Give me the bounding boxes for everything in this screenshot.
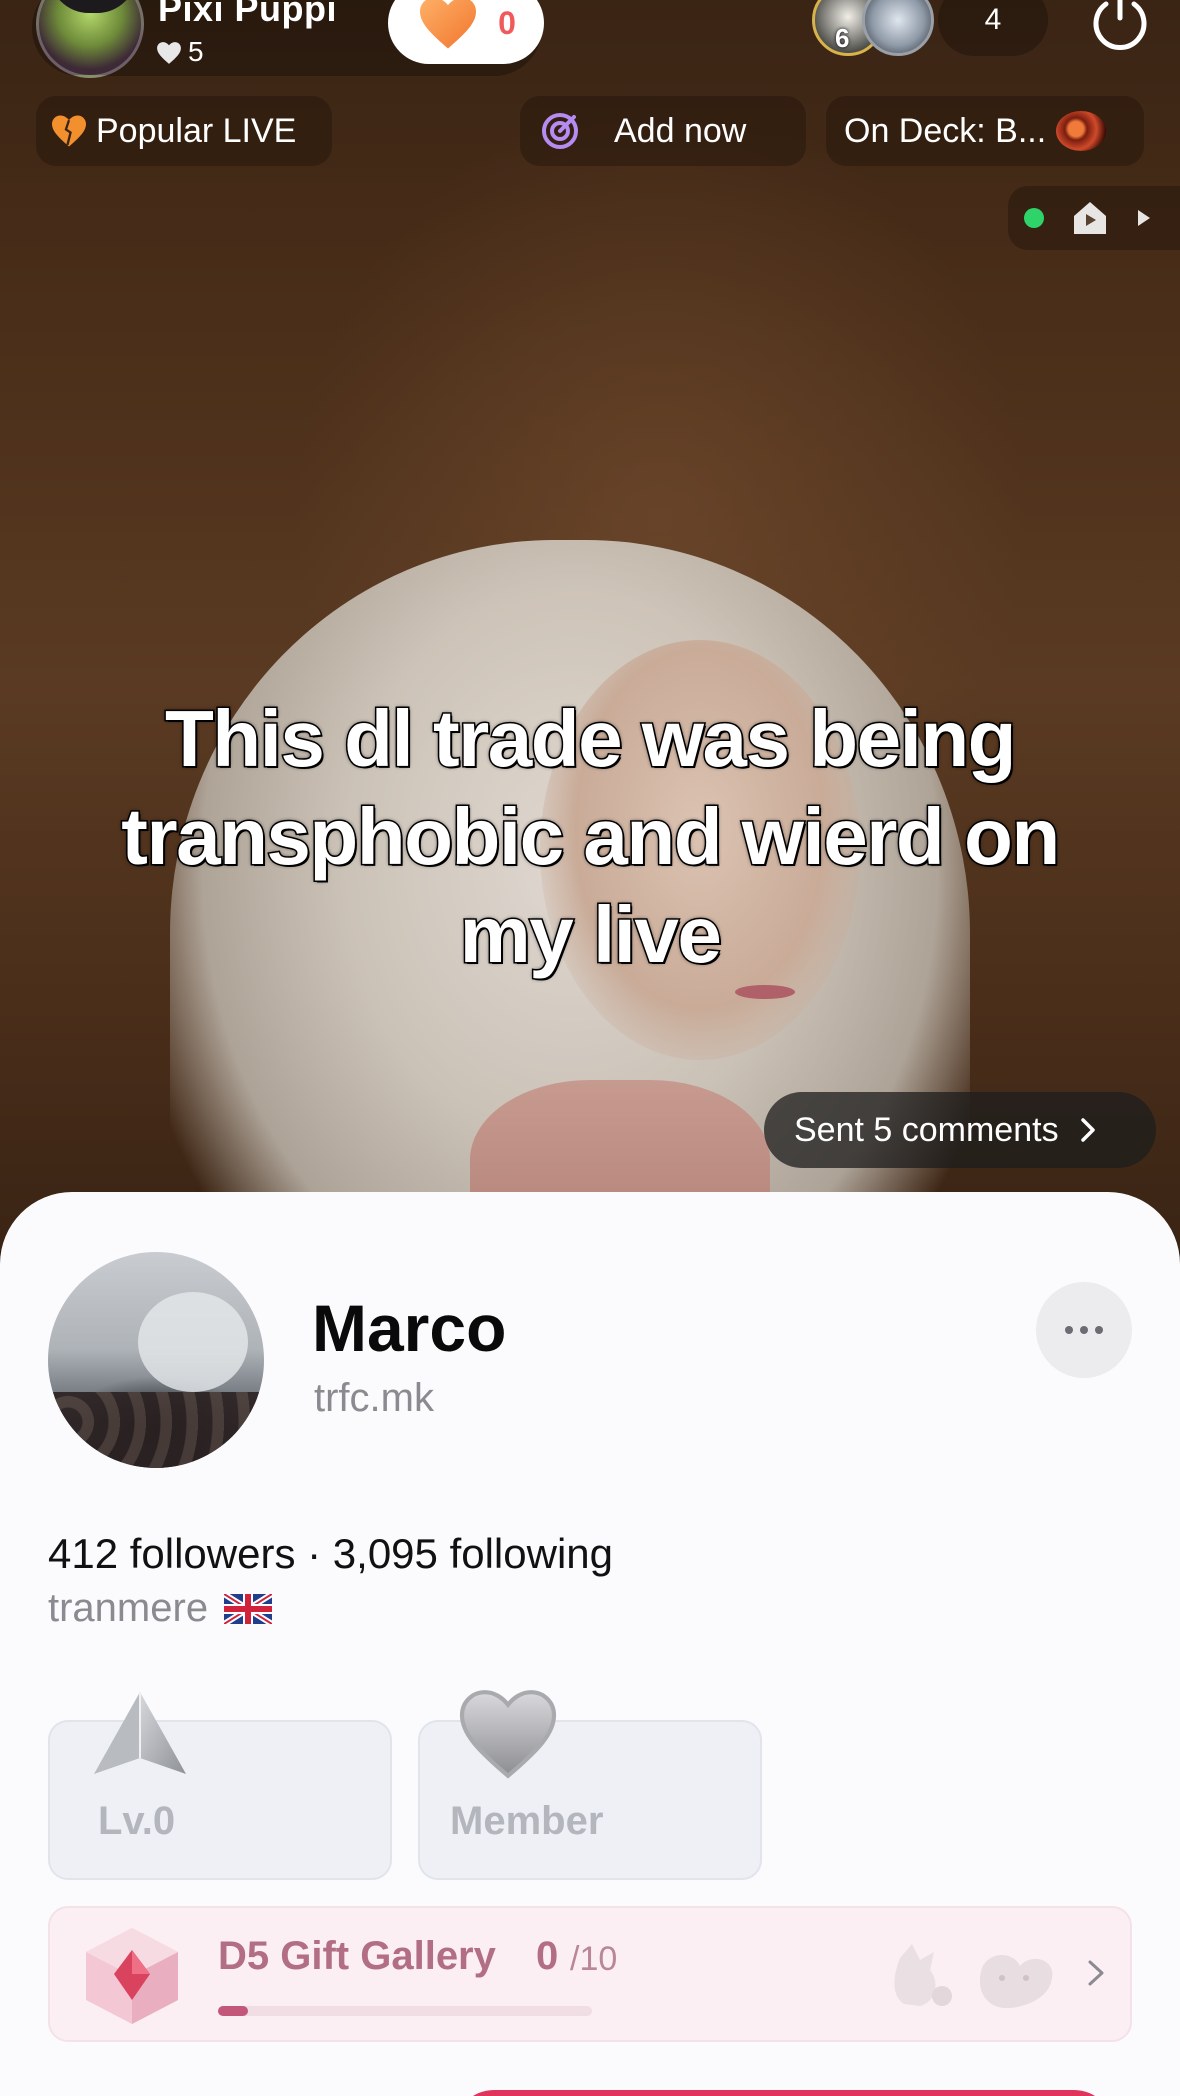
- popular-live-label: Popular LIVE: [96, 111, 297, 150]
- gift-gallery-card[interactable]: D5 Gift Gallery 0 /10: [48, 1906, 1132, 2042]
- primary-action-button[interactable]: [454, 2090, 1114, 2096]
- target-icon: [542, 113, 578, 149]
- viewer-avatar[interactable]: [862, 0, 934, 56]
- add-now-chip[interactable]: Add now: [520, 96, 806, 166]
- live-status-strip[interactable]: [1008, 186, 1180, 250]
- close-live-button[interactable]: [1086, 0, 1154, 56]
- profile-handle: trfc.mk: [314, 1376, 434, 1420]
- profile-sheet: Marco trfc.mk 412 followers · 3,095 foll…: [0, 1192, 1180, 2096]
- video-caption: This dl trade was being transphobic and …: [120, 693, 1062, 981]
- host-likes-count: 5: [188, 36, 204, 67]
- profile-location: tranmere: [48, 1586, 273, 1631]
- level-label: Lv.0: [98, 1799, 176, 1843]
- gift-gallery-title: D5 Gift Gallery: [218, 1934, 496, 1978]
- sent-comments-button[interactable]: Sent 5 comments: [764, 1092, 1156, 1168]
- profile-name: Marco: [312, 1291, 507, 1365]
- heart-icon: [156, 40, 182, 64]
- play-icon: [1138, 210, 1150, 226]
- gift-gallery-progress: [218, 2006, 592, 2016]
- record-icon: [1056, 111, 1107, 151]
- video-subject-lips: [735, 985, 795, 999]
- heart-icon: [52, 115, 86, 147]
- location-text: tranmere: [48, 1586, 209, 1630]
- gift-gallery-total: /10: [570, 1940, 618, 1978]
- host-likes: 5: [156, 36, 204, 68]
- live-dot-icon: [1024, 208, 1044, 228]
- gift-gallery-count: 0: [536, 1934, 559, 1978]
- heart-icon: [459, 1690, 557, 1779]
- gem-icon: [86, 1928, 178, 2024]
- member-label: Member: [450, 1799, 604, 1843]
- add-now-label: Add now: [614, 111, 747, 150]
- viewer-count[interactable]: 4: [938, 0, 1048, 56]
- level-triangle-icon: [94, 1692, 186, 1774]
- power-icon: [1093, 0, 1147, 50]
- top-viewers[interactable]: 6 4: [812, 0, 1048, 60]
- host-name: Pixi Puppi: [158, 0, 338, 29]
- chevron-right-icon: [1088, 1960, 1104, 1986]
- follow-heart-button[interactable]: 0: [388, 0, 544, 64]
- viewer-rank: 6: [835, 23, 850, 53]
- member-badge-card[interactable]: Member: [418, 1690, 762, 1880]
- profile-avatar[interactable]: [48, 1252, 264, 1468]
- more-options-button[interactable]: [1036, 1282, 1132, 1378]
- home-icon: [1074, 202, 1106, 234]
- heart-icon: [420, 0, 477, 49]
- chevron-right-icon: [1080, 1118, 1095, 1142]
- gift-pets-icon: [894, 1944, 1053, 2009]
- follow-heart-count: 0: [498, 4, 516, 41]
- level-badge-card[interactable]: Lv.0: [48, 1692, 392, 1880]
- sent-comments-label: Sent 5 comments: [794, 1110, 1059, 1149]
- live-video[interactable]: [0, 0, 1180, 1250]
- follow-stats[interactable]: 412 followers · 3,095 following: [48, 1530, 613, 1578]
- on-deck-label: On Deck: B...: [844, 111, 1047, 150]
- flag-uk-icon: [224, 1593, 273, 1624]
- more-icon: [1065, 1326, 1073, 1334]
- on-deck-chip[interactable]: On Deck: B...: [826, 96, 1144, 166]
- popular-live-chip[interactable]: Popular LIVE: [36, 96, 332, 166]
